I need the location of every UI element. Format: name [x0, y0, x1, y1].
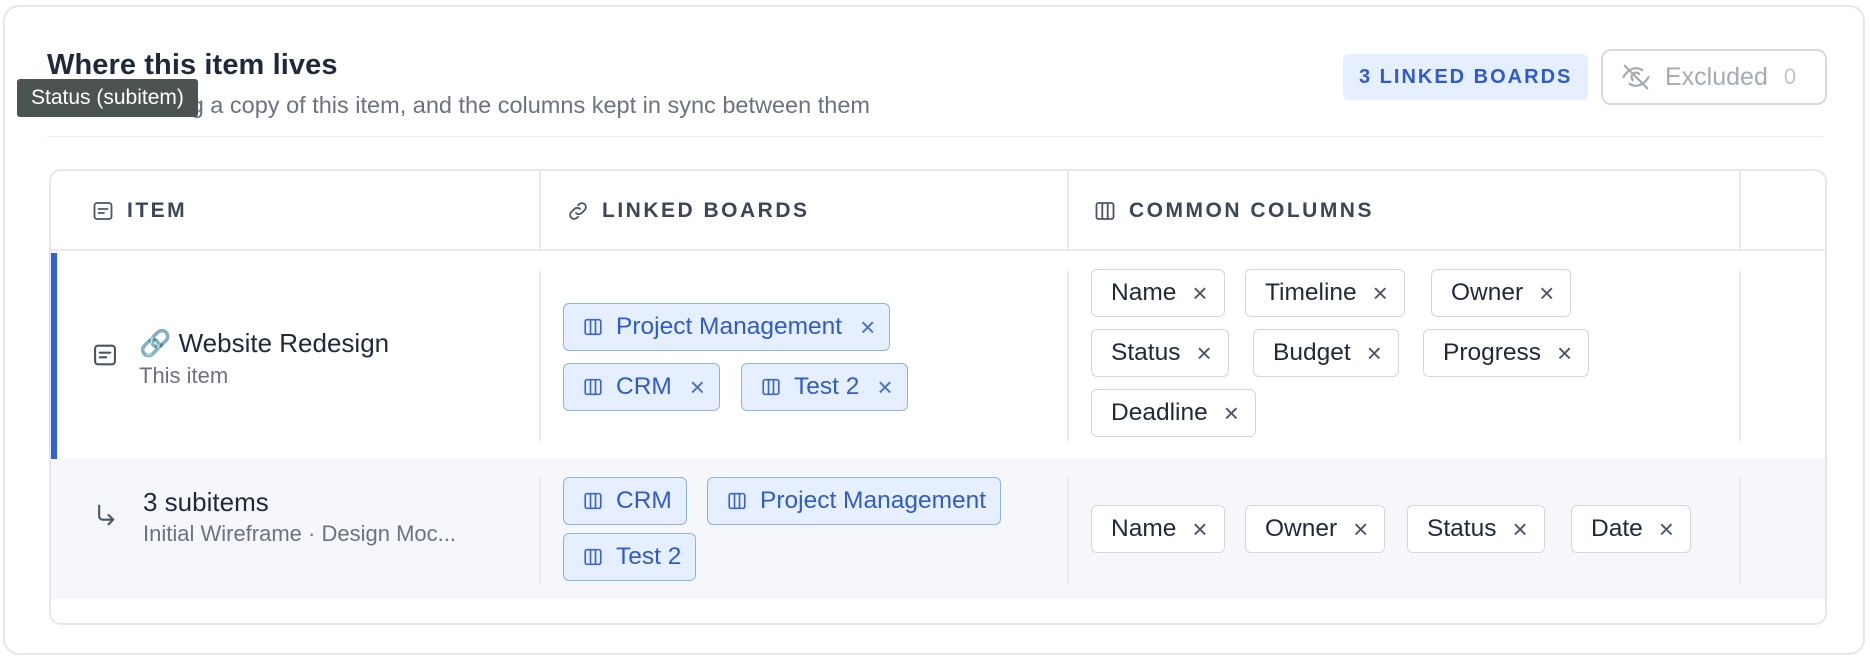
link-icon — [569, 202, 587, 220]
close-icon[interactable]: × — [1196, 340, 1211, 366]
close-icon[interactable]: × — [690, 374, 705, 400]
common-column-chip[interactable]: Timeline × — [1245, 269, 1405, 317]
column-chip-label: Deadline — [1111, 399, 1208, 426]
column-chip-label: Budget — [1273, 339, 1351, 366]
eye-off-icon — [1622, 64, 1650, 90]
column-chip-label: Progress — [1443, 339, 1542, 366]
column-chip-label: Owner — [1265, 515, 1338, 542]
page-title: Where this item lives — [47, 49, 338, 81]
common-column-chip[interactable]: Deadline × — [1091, 389, 1256, 437]
excluded-label: Excluded — [1665, 62, 1768, 91]
item-subtitle: This item — [139, 363, 229, 388]
columns-icon — [584, 548, 602, 566]
columns-icon — [584, 378, 602, 396]
close-icon[interactable]: × — [1373, 280, 1388, 306]
column-divider — [539, 477, 541, 583]
close-icon[interactable]: × — [1367, 340, 1382, 366]
linked-board-chip[interactable]: Test 2 — [563, 533, 697, 581]
board-chip-label: Test 2 — [794, 373, 860, 400]
linked-boards-table: ITEM LINKED BOARDS COMMON COLUMNS 🔗 Webs… — [49, 169, 1827, 625]
close-icon[interactable]: × — [1224, 400, 1239, 426]
item-subtitle: Initial Wireframe · Design Moc... — [143, 521, 456, 546]
close-icon[interactable]: × — [1512, 516, 1527, 542]
table-row[interactable]: 🔗 Website Redesign This item Project Man… — [51, 253, 1825, 459]
item-name: 3 subitems — [143, 487, 269, 517]
board-chip-label: Project Management — [760, 487, 987, 514]
close-icon[interactable]: × — [1557, 340, 1572, 366]
columns-icon — [762, 378, 780, 396]
table-row[interactable]: 3 subitems Initial Wireframe · Design Mo… — [51, 459, 1825, 599]
column-chip-label: Name — [1111, 515, 1177, 542]
subitem-arrow-icon — [98, 504, 115, 526]
column-header-linked-boards: LINKED BOARDS — [566, 171, 810, 251]
linked-board-chip[interactable]: Project Management — [707, 477, 1002, 525]
excluded-count: 0 — [1783, 64, 1797, 89]
excluded-button[interactable]: Excluded 0 — [1601, 49, 1827, 105]
linked-boards-badge: 3 LINKED BOARDS — [1343, 54, 1589, 100]
column-divider — [1739, 171, 1741, 251]
common-column-chip[interactable]: Owner × — [1431, 269, 1572, 317]
column-divider — [1067, 477, 1069, 583]
column-header-common-columns: COMMON COLUMNS — [1093, 171, 1374, 251]
columns-icon — [584, 318, 602, 336]
linked-board-chip[interactable]: CRM — [563, 477, 687, 525]
column-divider — [539, 271, 541, 441]
column-divider — [1739, 477, 1741, 583]
column-chip-label: Status — [1111, 339, 1181, 366]
board-chip-label: Project Management — [616, 313, 843, 340]
close-icon[interactable]: × — [860, 314, 875, 340]
table-header: ITEM LINKED BOARDS COMMON COLUMNS — [51, 171, 1825, 251]
column-divider — [539, 171, 541, 251]
close-icon[interactable]: × — [1192, 516, 1207, 542]
close-icon[interactable]: × — [1353, 516, 1368, 542]
selected-row-accent — [51, 253, 57, 459]
column-header-label: LINKED BOARDS — [602, 199, 810, 222]
item-card-icon — [94, 344, 116, 366]
common-column-chip[interactable]: Status × — [1091, 329, 1229, 377]
column-header-item: ITEM — [91, 171, 187, 251]
columns-icon — [728, 492, 746, 510]
common-column-chip[interactable]: Status × — [1407, 505, 1545, 553]
common-column-chip[interactable]: Name × — [1091, 505, 1225, 553]
close-icon[interactable]: × — [1539, 280, 1554, 306]
common-column-chip[interactable]: Budget × — [1253, 329, 1399, 377]
column-header-label: ITEM — [127, 199, 188, 222]
where-item-lives-card: Where this item lives Boards holding a c… — [3, 5, 1865, 655]
common-column-chip[interactable]: Date × — [1571, 505, 1691, 553]
common-column-chip[interactable]: Progress × — [1423, 329, 1590, 377]
column-chip-label: Timeline — [1265, 279, 1357, 306]
columns-icon — [584, 492, 602, 510]
close-icon[interactable]: × — [1659, 516, 1674, 542]
common-column-chip[interactable]: Name × — [1091, 269, 1225, 317]
column-divider — [1067, 171, 1069, 251]
item-name: 🔗 Website Redesign — [139, 328, 390, 358]
board-chip-label: Test 2 — [616, 543, 682, 570]
linked-board-chip[interactable]: CRM × — [563, 363, 720, 411]
column-chip-label: Name — [1111, 279, 1177, 306]
close-icon[interactable]: × — [877, 374, 892, 400]
board-chip-label: CRM — [616, 487, 672, 514]
close-icon[interactable]: × — [1192, 280, 1207, 306]
common-column-chip[interactable]: Owner × — [1245, 505, 1386, 553]
column-header-label: COMMON COLUMNS — [1129, 199, 1374, 222]
column-divider — [1067, 271, 1069, 441]
item-card-icon — [93, 202, 113, 220]
linked-board-chip[interactable]: Project Management × — [563, 303, 891, 351]
tooltip: Status (subitem) — [17, 79, 198, 117]
column-chip-label: Status — [1427, 515, 1497, 542]
columns-icon — [1095, 202, 1115, 220]
linked-board-chip[interactable]: Test 2 × — [741, 363, 908, 411]
column-chip-label: Date — [1591, 515, 1643, 542]
column-chip-label: Owner — [1451, 279, 1524, 306]
column-divider — [1739, 271, 1741, 441]
board-chip-label: CRM — [616, 373, 672, 400]
